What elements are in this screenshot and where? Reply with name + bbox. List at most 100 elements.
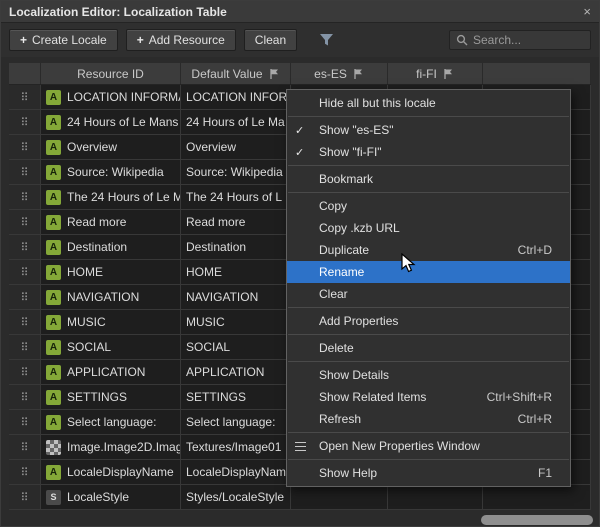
clean-button[interactable]: Clean [244, 29, 297, 51]
menu-item-show-help[interactable]: Show HelpF1 [287, 462, 570, 484]
drag-handle[interactable]: ⠿ [9, 310, 41, 334]
menu-item-show-es-es[interactable]: ✓Show "es-ES" [287, 119, 570, 141]
drag-handle[interactable]: ⠿ [9, 235, 41, 259]
es-es-cell [291, 485, 388, 509]
resource-id-cell: ARead more [41, 210, 181, 234]
drag-handle[interactable]: ⠿ [9, 210, 41, 234]
menu-separator [288, 307, 569, 308]
drag-handle[interactable]: ⠿ [9, 360, 41, 384]
menu-separator [288, 192, 569, 193]
menu-item-label: Delete [319, 341, 532, 355]
filler-cell [483, 485, 591, 509]
drag-handle[interactable]: ⠿ [9, 260, 41, 284]
menu-item-duplicate[interactable]: DuplicateCtrl+D [287, 239, 570, 261]
default-value-text: Textures/Image01 [186, 440, 281, 454]
resource-id-text: Image.Image2D.Imag [67, 440, 181, 454]
menu-item-shortcut: Ctrl+R [518, 412, 552, 426]
drag-handle[interactable]: ⠿ [9, 485, 41, 509]
search-input[interactable] [473, 33, 584, 47]
resource-id-cell: AAPPLICATION [41, 360, 181, 384]
menu-item-show-details[interactable]: Show Details [287, 364, 570, 386]
menu-item-add-properties[interactable]: Add Properties [287, 310, 570, 332]
fi-fi-cell [388, 485, 483, 509]
menu-item-hide-all-but-this-locale[interactable]: Hide all but this locale [287, 92, 570, 114]
text-resource-icon: A [46, 340, 61, 355]
close-icon[interactable]: × [583, 4, 591, 19]
resource-id-text: LocaleDisplayName [67, 465, 174, 479]
default-value-text: Styles/LocaleStyle [186, 490, 284, 504]
menu-item-bookmark[interactable]: Bookmark [287, 168, 570, 190]
default-value-cell: LocaleDisplayNam [181, 460, 291, 484]
menu-item-rename[interactable]: Rename [287, 261, 570, 283]
panel-title: Localization Editor: Localization Table [9, 5, 227, 19]
default-value-cell: Textures/Image01 [181, 435, 291, 459]
default-value-text: HOME [186, 265, 222, 279]
drag-handle[interactable]: ⠿ [9, 385, 41, 409]
add-resource-button[interactable]: + Add Resource [126, 29, 236, 51]
text-resource-icon: A [46, 315, 61, 330]
add-resource-label: Add Resource [149, 33, 225, 47]
drag-handle[interactable]: ⠿ [9, 285, 41, 309]
header-resource-id[interactable]: Resource ID [41, 63, 181, 84]
locale-flag-icon [442, 68, 454, 80]
menu-item-copy-kzb-url[interactable]: Copy .kzb URL [287, 217, 570, 239]
locale-flag-icon [268, 68, 280, 80]
resource-id-text: Destination [67, 240, 127, 254]
default-value-text: Overview [186, 140, 236, 154]
drag-handle-icon: ⠿ [20, 216, 28, 229]
header-handle-column[interactable] [9, 63, 41, 84]
menu-item-refresh[interactable]: RefreshCtrl+R [287, 408, 570, 430]
menu-item-label: Copy [319, 199, 532, 213]
resource-id-cell: AHOME [41, 260, 181, 284]
default-value-cell: Destination [181, 235, 291, 259]
header-fi-fi[interactable]: fi-FI [388, 63, 483, 84]
filter-icon[interactable] [319, 33, 334, 47]
default-value-text: APPLICATION [186, 365, 264, 379]
table-row[interactable]: ⠿SLocaleStyleStyles/LocaleStyle [9, 485, 591, 510]
horizontal-scrollbar[interactable] [481, 515, 593, 525]
drag-handle[interactable]: ⠿ [9, 335, 41, 359]
header-es-es[interactable]: es-ES [291, 63, 388, 84]
clean-label: Clean [255, 33, 286, 47]
search-box[interactable] [449, 30, 591, 50]
drag-handle[interactable]: ⠿ [9, 185, 41, 209]
resource-id-cell: ALOCATION INFORMAT [41, 85, 181, 109]
menu-item-shortcut: F1 [538, 466, 552, 480]
text-resource-icon: A [46, 265, 61, 280]
drag-handle[interactable]: ⠿ [9, 160, 41, 184]
drag-handle-icon: ⠿ [20, 191, 28, 204]
header-filler [483, 63, 591, 84]
text-resource-icon: A [46, 190, 61, 205]
menu-item-show-related-items[interactable]: Show Related ItemsCtrl+Shift+R [287, 386, 570, 408]
menu-item-show-fi-fi[interactable]: ✓Show "fi-FI" [287, 141, 570, 163]
create-locale-button[interactable]: + Create Locale [9, 29, 118, 51]
drag-handle[interactable]: ⠿ [9, 435, 41, 459]
header-default-value[interactable]: Default Value [181, 63, 291, 84]
drag-handle-icon: ⠿ [20, 466, 28, 479]
drag-handle-icon: ⠿ [20, 241, 28, 254]
menu-item-open-new-properties-window[interactable]: Open New Properties Window [287, 435, 570, 457]
resource-id-cell: ASelect language: [41, 410, 181, 434]
menu-item-delete[interactable]: Delete [287, 337, 570, 359]
mouse-cursor [401, 253, 419, 278]
default-value-cell: NAVIGATION [181, 285, 291, 309]
default-value-text: LocaleDisplayNam [186, 465, 286, 479]
resource-id-cell: ASOCIAL [41, 335, 181, 359]
header-fi-fi-label: fi-FI [416, 67, 437, 81]
resource-id-cell: Image.Image2D.Imag [41, 435, 181, 459]
menu-item-shortcut: Ctrl+D [518, 243, 552, 257]
resource-id-cell: AThe 24 Hours of Le M [41, 185, 181, 209]
menu-separator [288, 334, 569, 335]
text-resource-icon: A [46, 240, 61, 255]
menu-item-clear[interactable]: Clear [287, 283, 570, 305]
table-header: Resource ID Default Value es-ES fi-FI [9, 63, 591, 85]
header-resource-id-label: Resource ID [77, 67, 144, 81]
menu-item-copy[interactable]: Copy [287, 195, 570, 217]
drag-handle[interactable]: ⠿ [9, 460, 41, 484]
resource-id-text: LocaleStyle [67, 490, 129, 504]
drag-handle[interactable]: ⠿ [9, 110, 41, 134]
toolbar: + Create Locale + Add Resource Clean [1, 23, 599, 57]
drag-handle[interactable]: ⠿ [9, 410, 41, 434]
drag-handle[interactable]: ⠿ [9, 85, 41, 109]
drag-handle[interactable]: ⠿ [9, 135, 41, 159]
